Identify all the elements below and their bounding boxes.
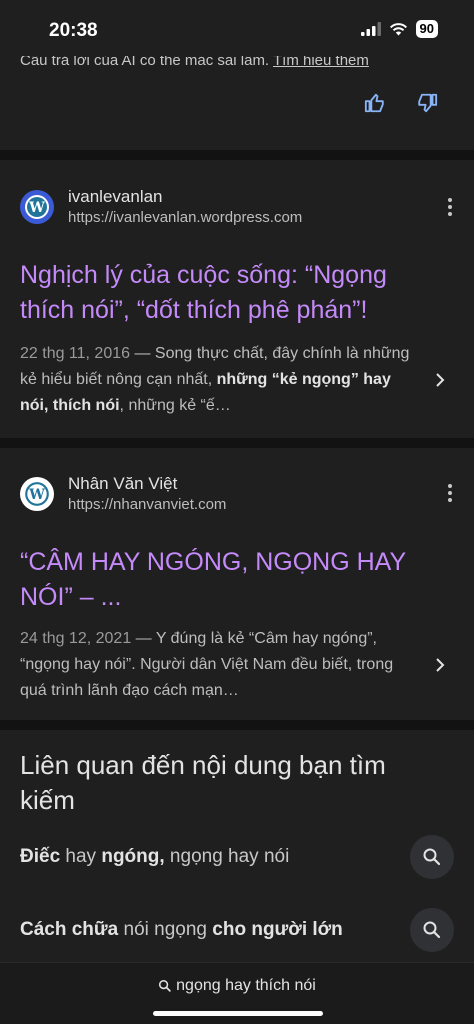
chevron-right-icon[interactable]	[434, 372, 446, 388]
wordpress-icon: W	[20, 190, 54, 224]
query-text: ngọng hay nói	[164, 846, 290, 867]
bottom-search-bar[interactable]: ngọng hay thích nói	[0, 962, 474, 1024]
search-result: W ivanlevanlan https://ivanlevanlan.word…	[0, 160, 474, 438]
chevron-right-icon[interactable]	[434, 657, 446, 673]
thumbs-down-icon[interactable]	[416, 92, 438, 114]
search-icon[interactable]	[410, 908, 454, 952]
query-bold: Điếc	[20, 846, 61, 867]
query-bold: Cách chữa	[20, 919, 119, 940]
query-text: nói ngọng	[118, 919, 213, 940]
related-search-item[interactable]: Điếc hay ngóng, ngọng hay nói	[20, 835, 454, 879]
signal-icon	[360, 22, 381, 36]
more-vert-icon[interactable]	[448, 484, 452, 502]
query-bold: cho người lớn	[212, 919, 343, 940]
wifi-icon	[389, 23, 407, 36]
status-bar: 20:38 90	[0, 0, 474, 56]
bottom-query-text: ngọng hay thích nói	[176, 977, 316, 994]
battery-indicator: 90	[415, 20, 438, 38]
site-header[interactable]: W Nhân Văn Việt https://nhanvanviet.com	[20, 473, 226, 515]
result-title-link[interactable]: Nghịch lý của cuộc sống: “Ngọng thích nó…	[20, 258, 440, 328]
wordpress-icon: W	[20, 477, 54, 511]
svg-text:W: W	[28, 487, 45, 503]
snippet-text: , những kẻ “ế…	[119, 397, 231, 414]
related-search-item[interactable]: Cách chữa nói ngọng cho người lớn	[20, 908, 454, 952]
home-indicator	[153, 1011, 323, 1016]
site-url: https://ivanlevanlan.wordpress.com	[68, 209, 303, 226]
ai-feedback	[364, 92, 438, 114]
divider	[0, 150, 474, 160]
query-bold: ngóng,	[101, 846, 165, 867]
result-snippet: 24 thg 12, 2021 — Y đúng là kẻ “Câm hay …	[20, 626, 412, 704]
site-header[interactable]: W ivanlevanlan https://ivanlevanlan.word…	[20, 186, 302, 228]
result-title-link[interactable]: “CÂM HAY NGÓNG, NGỌNG HAY NÓI” – ...	[20, 545, 440, 615]
search-icon[interactable]	[410, 835, 454, 879]
result-snippet: 22 thg 11, 2016 — Song thực chất, đây ch…	[20, 341, 412, 419]
related-search-text: Điếc hay ngóng, ngọng hay nói	[20, 846, 289, 868]
site-url: https://nhanvanviet.com	[68, 496, 227, 513]
search-result: W Nhân Văn Việt https://nhanvanviet.com …	[0, 448, 474, 720]
search-icon	[159, 979, 171, 992]
divider	[0, 438, 474, 448]
result-date: 22 thg 11, 2016	[20, 345, 131, 362]
status-icons: 90	[360, 20, 438, 38]
clock: 20:38	[49, 20, 98, 41]
more-vert-icon[interactable]	[448, 198, 452, 216]
thumbs-up-icon[interactable]	[364, 92, 386, 114]
site-name: Nhân Văn Việt	[68, 474, 178, 493]
result-date: 24 thg 12, 2021	[20, 630, 132, 647]
related-searches-heading: Liên quan đến nội dung bạn tìm kiếm	[20, 750, 386, 815]
bottom-query[interactable]: ngọng hay thích nói	[0, 977, 474, 995]
divider	[0, 720, 474, 730]
related-search-text: Cách chữa nói ngọng cho người lớn	[20, 919, 343, 941]
query-text: hay	[60, 846, 102, 867]
site-name: ivanlevanlan	[68, 187, 163, 206]
svg-text:W: W	[28, 200, 45, 216]
